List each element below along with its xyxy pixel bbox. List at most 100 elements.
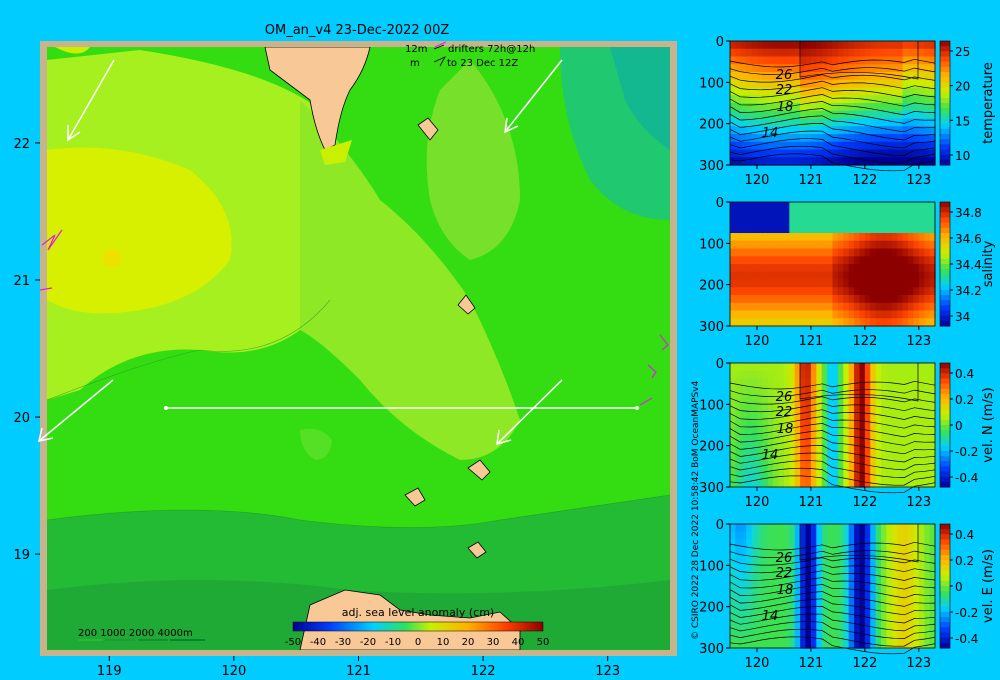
heatmap-cell (756, 555, 763, 564)
sla-tick-label: 50 (537, 637, 550, 648)
heatmap-cell (816, 126, 823, 135)
heatmap-cell (740, 233, 747, 242)
heatmap-cell (864, 134, 871, 143)
heatmap-cell (924, 149, 931, 158)
heatmap-cell (746, 225, 753, 234)
heatmap-cell (897, 256, 904, 265)
colorbar-tick-label: 0 (955, 580, 963, 594)
heatmap-cell (870, 64, 877, 73)
heatmap-cell (821, 425, 828, 434)
heatmap-cell (827, 264, 834, 273)
heatmap-cell (886, 463, 893, 473)
heatmap-cell (816, 640, 823, 649)
heatmap-cell (730, 248, 736, 257)
heatmap-cell (864, 64, 871, 73)
heatmap-cell (762, 48, 769, 58)
heatmap-cell (908, 233, 915, 242)
heatmap-cell (778, 524, 785, 533)
heatmap-cell (854, 217, 861, 226)
colorbar-tick-label: 0.2 (955, 554, 974, 568)
heatmap-cell (740, 555, 747, 564)
heatmap-cell (816, 256, 823, 265)
panel-x-tick-label: 120 (745, 656, 770, 671)
heatmap-cell (827, 279, 834, 288)
heatmap-cell (837, 279, 844, 288)
heatmap-cell (789, 134, 796, 143)
heatmap-cell (746, 271, 753, 281)
heatmap-cell (837, 409, 844, 418)
heatmap-cell (913, 41, 920, 50)
heatmap-cell (762, 640, 769, 649)
heatmap-cell (918, 386, 925, 395)
heatmap-cell (751, 240, 758, 250)
heatmap-cell (800, 609, 807, 618)
heatmap-cell (870, 463, 877, 473)
heatmap-cell (805, 531, 812, 541)
heatmap-cell (800, 157, 807, 166)
heatmap-cell (756, 209, 763, 219)
heatmap-cell (918, 225, 925, 234)
heatmap-cell (794, 118, 801, 127)
heatmap-cell (805, 609, 812, 618)
heatmap-cell (848, 471, 855, 480)
heatmap-cell (816, 110, 823, 120)
sla-tick-label: -50 (285, 637, 301, 648)
heatmap-cell (875, 539, 882, 548)
heatmap-cell (751, 126, 758, 135)
heatmap-cell (816, 202, 823, 211)
heatmap-cell (810, 401, 817, 411)
heatmap-cell (848, 609, 855, 618)
heatmap-cell (810, 531, 817, 541)
heatmap-cell (837, 632, 844, 641)
heatmap-cell (864, 295, 871, 304)
heatmap-cell (918, 463, 925, 473)
heatmap-cell (730, 479, 736, 488)
heatmap-cell (805, 593, 812, 603)
heatmap-cell (789, 370, 796, 380)
heatmap-cell (730, 310, 736, 319)
heatmap-cell (800, 118, 807, 127)
heatmap-cell (762, 225, 769, 234)
heatmap-cell (746, 378, 753, 387)
heatmap-cell (859, 157, 866, 166)
heatmap-cell (875, 271, 882, 281)
heatmap-cell (902, 524, 909, 533)
heatmap-cell (810, 110, 817, 120)
heatmap-cell (843, 640, 850, 649)
heatmap-cell (816, 394, 823, 403)
heatmap-cell (870, 578, 877, 587)
heatmap-cell (875, 417, 882, 426)
heatmap-cell (832, 118, 839, 127)
heatmap-cell (897, 547, 904, 556)
heatmap-cell (821, 233, 828, 242)
heatmap-cell (897, 126, 904, 135)
heatmap-cell (843, 95, 850, 104)
heatmap-cell (800, 295, 807, 304)
heatmap-cell (843, 310, 850, 319)
contour-label: 14 (762, 609, 779, 624)
heatmap-cell (875, 225, 882, 234)
heatmap-cell (859, 310, 866, 319)
heatmap-cell (837, 217, 844, 226)
heatmap-cell (908, 524, 915, 533)
heatmap-cell (897, 448, 904, 457)
heatmap-cell (767, 632, 774, 641)
heatmap-cell (881, 524, 888, 533)
heatmap-cell (897, 479, 904, 488)
heatmap-cell (730, 302, 736, 312)
heatmap-cell (854, 87, 861, 96)
heatmap-cell (762, 240, 769, 250)
heatmap-cell (843, 432, 850, 442)
heatmap-cell (810, 432, 817, 442)
panel-y-tick-label: 100 (699, 237, 724, 252)
heatmap-cell (751, 524, 758, 533)
heatmap-cell (816, 555, 823, 564)
heatmap-cell (864, 531, 871, 541)
heatmap-cell (810, 632, 817, 641)
heatmap-cell (864, 264, 871, 273)
heatmap-cell (864, 378, 871, 387)
heatmap-cell (891, 209, 898, 219)
heatmap-cell (794, 271, 801, 281)
heatmap-cell (767, 56, 774, 65)
heatmap-cell (837, 87, 844, 96)
